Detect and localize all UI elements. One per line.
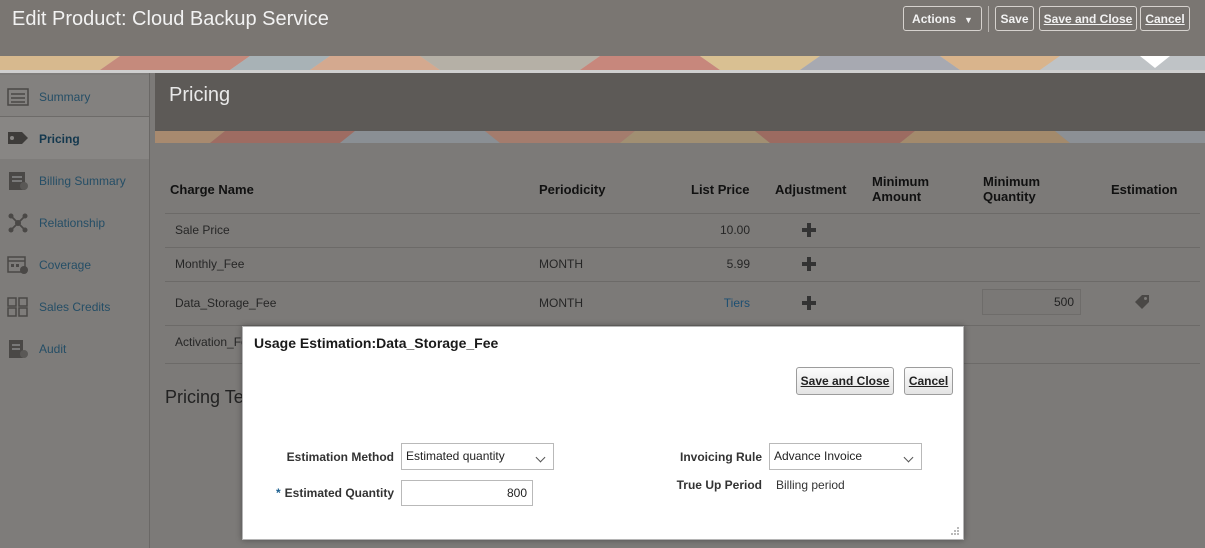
save-and-close-label: Save and Close [1043, 12, 1133, 26]
list-price-cell: 5.99 [726, 257, 750, 271]
header-line: Quantity [983, 189, 1036, 204]
sidebar-item-pricing[interactable]: Pricing [0, 117, 149, 159]
estimation-tag-icon[interactable] [1133, 294, 1151, 310]
sidebar: Summary Pricing Billing Summary Relation… [0, 73, 150, 548]
calendar-icon [7, 256, 28, 274]
add-adjustment-icon[interactable] [802, 257, 816, 271]
true-up-period-label: True Up Period [676, 478, 762, 492]
header-line: Minimum [983, 174, 1041, 189]
table-row[interactable] [165, 247, 1200, 282]
sidebar-item-relationship[interactable]: Relationship [0, 201, 149, 243]
section-title: Pricing [169, 84, 231, 106]
grid-icon [7, 297, 28, 317]
charge-name-cell: Data_Storage_Fee [175, 296, 277, 310]
dialog-title: Usage Estimation:Data_Storage_Fee [254, 335, 499, 351]
sidebar-item-label: Summary [39, 90, 91, 104]
periodicity-cell: MONTH [539, 296, 583, 310]
add-adjustment-icon[interactable] [802, 296, 816, 310]
column-header-adjustment[interactable]: Adjustment [775, 182, 847, 197]
resize-grip-icon[interactable] [950, 526, 959, 535]
network-icon [8, 213, 28, 233]
dialog-save-and-close-button[interactable]: Save and Close [796, 367, 894, 395]
estimation-method-value: Estimated quantity [406, 449, 505, 463]
cancel-button[interactable]: Cancel [1140, 6, 1190, 31]
chevron-down-icon [535, 452, 546, 463]
actions-menu-button[interactable]: Actions ▼ [903, 6, 982, 31]
sidebar-item-label: Billing Summary [39, 174, 126, 188]
page-title: Edit Product: Cloud Backup Service [12, 8, 329, 30]
caret-down-icon: ▼ [964, 15, 973, 25]
periodicity-cell: MONTH [539, 257, 583, 271]
tiers-link[interactable]: Tiers [715, 296, 750, 310]
section-header: Pricing [155, 73, 1205, 131]
sidebar-item-label: Relationship [39, 216, 106, 230]
minimum-quantity-field[interactable]: 500 [982, 289, 1081, 315]
pricing-terms-heading: Pricing Te [165, 387, 244, 407]
column-header-minimum-quantity[interactable]: Minimum Quantity [983, 174, 1040, 204]
estimated-quantity-label: * Estimated Quantity [253, 486, 394, 500]
estimated-quantity-input[interactable]: 800 [401, 480, 533, 506]
dialog-cancel-button[interactable]: Cancel [904, 367, 953, 395]
actions-label: Actions [912, 12, 957, 26]
estimation-method-select[interactable]: Estimated quantity [401, 443, 554, 470]
save-and-close-button[interactable]: Save and Close [1039, 6, 1137, 31]
chevron-down-icon [903, 452, 914, 463]
sidebar-item-sales-credits[interactable]: Sales Credits [0, 285, 149, 327]
add-adjustment-icon[interactable] [802, 223, 816, 237]
invoicing-rule-select[interactable]: Advance Invoice [769, 443, 922, 470]
page-header: Edit Product: Cloud Backup Service Actio… [0, 0, 1205, 56]
charge-name-cell: Activation_Fe [175, 335, 248, 349]
column-header-periodicity[interactable]: Periodicity [539, 182, 605, 197]
invoicing-rule-label: Invoicing Rule [679, 450, 762, 464]
invoicing-rule-value: Advance Invoice [774, 449, 863, 463]
sidebar-item-billing-summary[interactable]: Billing Summary [0, 159, 149, 201]
sidebar-item-label: Coverage [39, 258, 92, 272]
estimation-method-label: Estimation Method [286, 450, 394, 464]
true-up-period-value: Billing period [776, 478, 845, 492]
sidebar-item-coverage[interactable]: Coverage [0, 243, 149, 285]
sidebar-item-summary[interactable]: Summary [0, 75, 149, 117]
header-line: Amount [872, 189, 922, 204]
list-price-cell: 10.00 [719, 223, 750, 237]
dialog-cancel-label: Cancel [908, 374, 949, 388]
column-header-minimum-amount[interactable]: Minimum Amount [872, 174, 929, 204]
charge-name-cell: Sale Price [175, 223, 230, 237]
required-indicator: * [275, 486, 281, 500]
price-tag-icon [8, 132, 28, 144]
sidebar-item-label: Audit [39, 342, 67, 356]
invoice-icon [9, 172, 28, 190]
usage-estimation-dialog: Usage Estimation:Data_Storage_Fee Save a… [242, 326, 964, 540]
charge-name-cell: Monthly_Fee [175, 257, 245, 271]
sidebar-item-audit[interactable]: Audit [0, 327, 149, 369]
sidebar-item-label: Pricing [39, 132, 80, 146]
list-icon [7, 88, 29, 106]
cancel-label: Cancel [1145, 12, 1185, 26]
sidebar-item-label: Sales Credits [39, 300, 111, 314]
document-icon [9, 340, 28, 358]
dialog-save-and-close-label: Save and Close [800, 374, 890, 388]
header-line: Minimum [872, 174, 930, 189]
decorative-banner [0, 56, 1205, 70]
column-header-estimation[interactable]: Estimation [1111, 182, 1177, 197]
decorative-banner [155, 131, 1205, 143]
save-button[interactable]: Save [995, 6, 1034, 31]
column-header-charge-name[interactable]: Charge Name [170, 182, 254, 197]
column-header-list-price[interactable]: List Price [691, 182, 750, 197]
toolbar-separator [988, 6, 989, 32]
table-row[interactable] [165, 213, 1200, 248]
estimated-quantity-label-text: Estimated Quantity [284, 486, 394, 500]
